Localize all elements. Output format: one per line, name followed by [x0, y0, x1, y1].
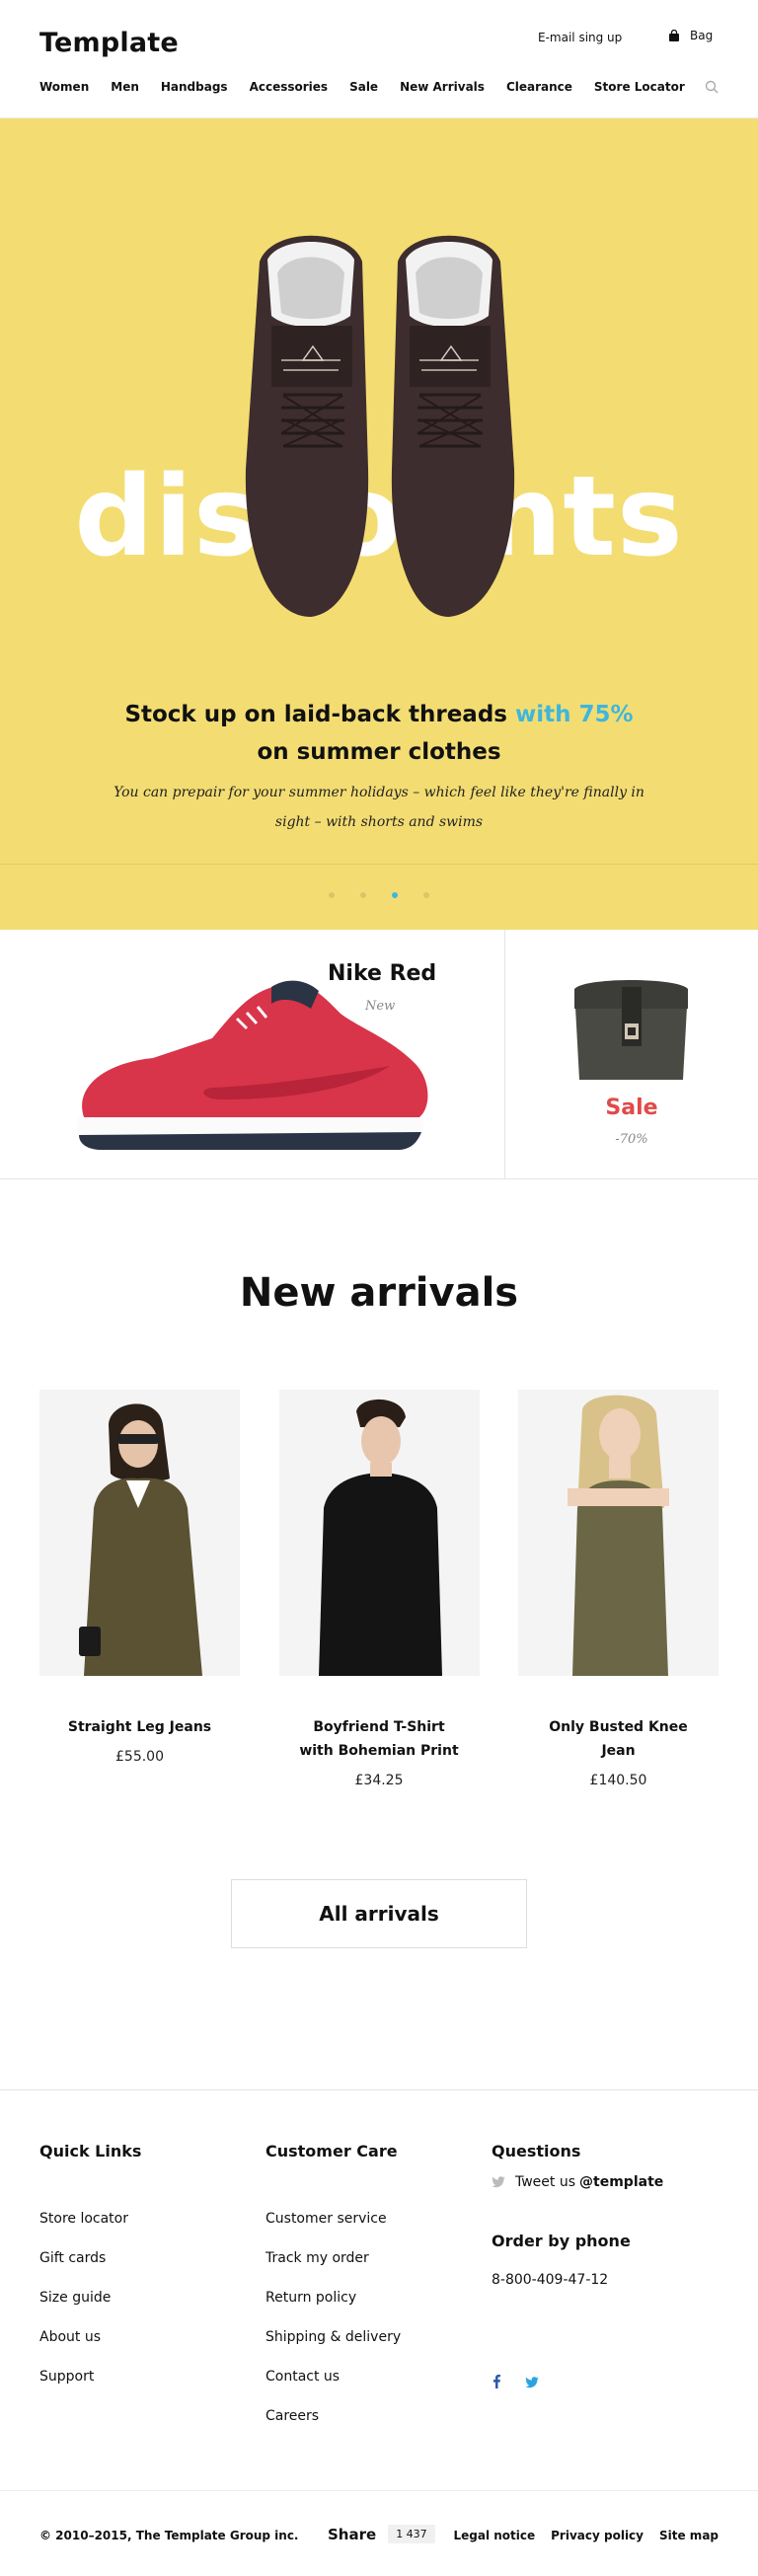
phone-number[interactable]: 8-800-409-47-12 [492, 2272, 608, 2288]
site-footer: Quick Links Store locator Gift cards Siz… [0, 2089, 758, 2490]
product-card[interactable]: Straight Leg Jeans £55.00 [39, 1390, 240, 1788]
product-price: £55.00 [115, 1749, 164, 1765]
product-name[interactable]: Straight Leg Jeans [39, 1715, 240, 1739]
reebok-shoes-image [245, 235, 515, 617]
footer-heading: Quick Links [39, 2142, 142, 2160]
hero-heading: Stock up on laid-back threads with 75% o… [118, 696, 640, 771]
footer-link[interactable]: Contact us [265, 2357, 401, 2396]
bottom-bar: © 2010–2015, The Template Group inc. Sha… [0, 2490, 758, 2575]
footer-link[interactable]: Return policy [265, 2278, 401, 2317]
product-grid: Straight Leg Jeans £55.00 Boyfriend T-Sh… [39, 1390, 719, 1788]
nav-item-clearance[interactable]: Clearance [506, 80, 572, 94]
copyright: © 2010–2015, The Template Group inc. [39, 2529, 299, 2542]
product-image[interactable] [39, 1390, 240, 1676]
promo-nike[interactable]: Nike Red New [0, 930, 505, 1178]
promo-sale[interactable]: Sale -70% [505, 930, 758, 1178]
privacy-policy-link[interactable]: Privacy policy [551, 2529, 644, 2542]
footer-heading: Order by phone [492, 2232, 631, 2250]
site-map-link[interactable]: Site map [659, 2529, 719, 2542]
bag-label: Bag [690, 29, 714, 42]
section-title: New arrivals [239, 1270, 519, 1316]
footer-link[interactable]: Gift cards [39, 2238, 128, 2278]
product-price: £34.25 [354, 1773, 404, 1788]
nav-item-accessories[interactable]: Accessories [250, 80, 329, 94]
nike-shoe-image [76, 980, 428, 1150]
product-name[interactable]: Only Busted Knee Jean [518, 1715, 719, 1763]
footer-link[interactable]: Support [39, 2357, 128, 2396]
promo-nike-tag: New [365, 999, 396, 1014]
footer-link[interactable]: Store locator [39, 2199, 128, 2238]
slider-dot-4[interactable] [423, 892, 429, 898]
slider-dot-3[interactable] [392, 892, 398, 898]
hero-heading-post: on summer clothes [257, 739, 501, 765]
bag-icon [668, 30, 680, 41]
slider-dot-1[interactable] [329, 892, 335, 898]
nav-item-handbags[interactable]: Handbags [161, 80, 228, 94]
tweet-handle: @template [579, 2174, 664, 2190]
footer-link[interactable]: Shipping & delivery [265, 2317, 401, 2357]
hero-heading-accent: with 75% [514, 702, 634, 727]
legal-notice-link[interactable]: Legal notice [453, 2529, 535, 2542]
footer-link[interactable]: Size guide [39, 2278, 128, 2317]
promo-row: Nike Red New Sale -70% [0, 930, 758, 1179]
bag-link[interactable]: Bag [668, 29, 713, 42]
main-nav: Women Men Handbags Accessories Sale New … [39, 79, 719, 95]
nav-item-sale[interactable]: Sale [349, 80, 378, 94]
slider-dot-2[interactable] [360, 892, 366, 898]
tweet-us-link[interactable]: Tweet us @template [492, 2174, 663, 2190]
footer-heading: Customer Care [265, 2142, 398, 2160]
hero-banner: discounts Stock up on laid-back threads … [0, 118, 758, 930]
social-links [492, 2374, 563, 2392]
nav-item-new-arrivals[interactable]: New Arrivals [400, 80, 485, 94]
product-image[interactable] [278, 1390, 480, 1676]
site-logo[interactable]: Template [39, 28, 179, 58]
all-arrivals-button[interactable]: All arrivals [231, 1879, 527, 1948]
legal-links: Legal notice Privacy policy Site map [437, 2529, 719, 2542]
footer-link[interactable]: Careers [265, 2396, 401, 2436]
site-header: Template E-mail sing up Bag Women Men Ha… [0, 0, 758, 118]
product-image[interactable] [518, 1390, 719, 1676]
product-name[interactable]: Boyfriend T-Shirt with Bohemian Print [279, 1715, 480, 1763]
backpack-image [574, 980, 688, 1080]
search-icon[interactable] [705, 79, 719, 94]
footer-link[interactable]: Customer service [265, 2199, 401, 2238]
footer-heading: Questions [492, 2142, 581, 2160]
nav-item-store-locator[interactable]: Store Locator [594, 80, 685, 94]
share-label[interactable]: Share [328, 2526, 376, 2543]
twitter-icon [492, 2176, 505, 2188]
email-signup-link[interactable]: E-mail sing up [538, 31, 622, 44]
twitter-icon[interactable] [525, 2374, 539, 2392]
nav-item-men[interactable]: Men [111, 80, 139, 94]
product-price: £140.50 [589, 1773, 647, 1788]
new-arrivals-section: New arrivals Straight Leg Jeans £55.00 B… [0, 1179, 758, 2089]
nav-item-women[interactable]: Women [39, 80, 89, 94]
share-count: 1 437 [388, 2525, 435, 2543]
promo-sale-title: Sale [605, 1096, 658, 1120]
promo-nike-title: Nike Red [328, 961, 437, 986]
product-card[interactable]: Boyfriend T-Shirt with Bohemian Print £3… [278, 1390, 480, 1788]
hero-subtitle: You can prepair for your summer holidays… [114, 785, 644, 830]
facebook-icon[interactable] [492, 2374, 501, 2392]
footer-link[interactable]: About us [39, 2317, 128, 2357]
hero-heading-pre: Stock up on laid-back threads [124, 702, 507, 727]
hero-divider [0, 864, 758, 865]
product-card[interactable]: Only Busted Knee Jean £140.50 [518, 1390, 719, 1788]
share-widget[interactable]: Share 1 437 [328, 2525, 435, 2543]
slider-dots [0, 892, 758, 898]
tweet-label: Tweet us [515, 2174, 576, 2190]
promo-sale-tag: -70% [615, 1132, 648, 1147]
footer-link[interactable]: Track my order [265, 2238, 401, 2278]
